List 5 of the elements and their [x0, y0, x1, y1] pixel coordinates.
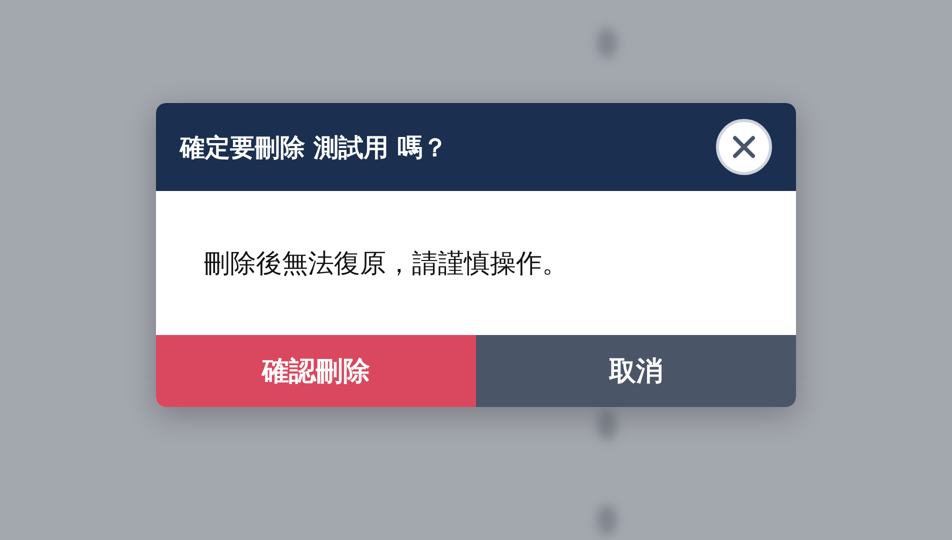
dialog-message: 刪除後無法復原，請謹慎操作。 — [204, 248, 568, 280]
dialog-title: 確定要刪除 測試用 嗎？ — [180, 132, 448, 164]
close-icon — [731, 134, 757, 160]
cancel-button[interactable]: 取消 — [476, 335, 796, 407]
confirm-delete-button[interactable]: 確認刪除 — [156, 335, 476, 407]
